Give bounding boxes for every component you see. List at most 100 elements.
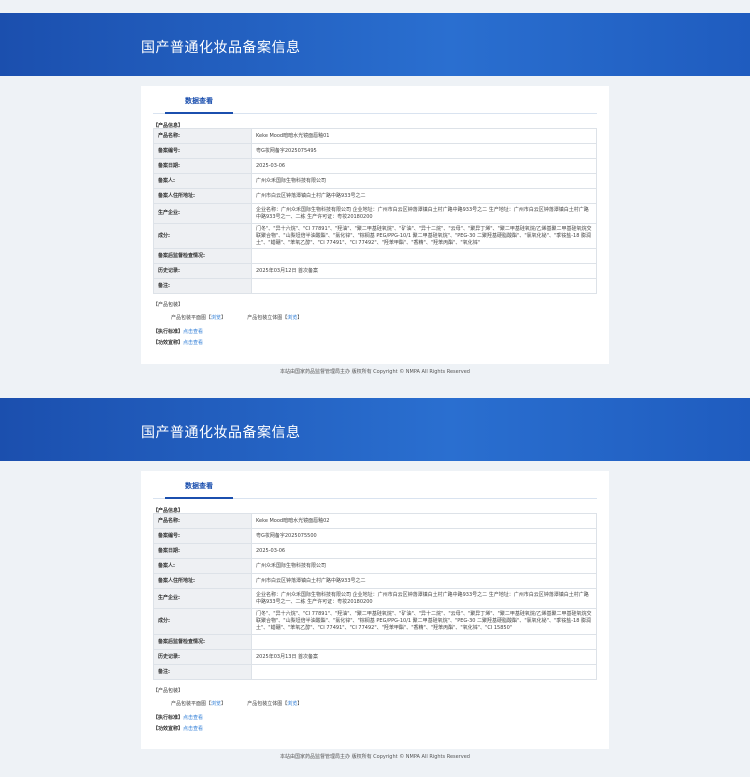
table-row: 备案编号: 粤G妆网备字2025075495 [153, 143, 597, 159]
tab-bar: 数据查看 [153, 86, 597, 114]
row-key: 产品名称: [153, 128, 252, 144]
record-card: 数据查看 【产品信息】 产品名称: Keke Mood暗暗水光镜面唇釉02 备案编… [141, 471, 609, 749]
row-key: 生产企业: [153, 588, 252, 609]
tab-data-view[interactable]: 数据查看 [165, 96, 233, 106]
row-value: 广州众禾国际生物科技有限公司 [251, 173, 597, 189]
row-value [251, 634, 597, 650]
table-row: 成分: 门冬"、"异十六烷"、"CI 77891"、"羟油"、"聚二甲基硅氧烷"、… [153, 608, 597, 635]
row-key: 备案人住所地址: [153, 188, 252, 204]
efficacy-line: 【功效宣称】点击查看 [153, 339, 597, 346]
row-value: 门冬"、"异十六烷"、"CI 77891"、"羟油"、"聚二甲基硅氧烷"、"矿油… [251, 222, 597, 250]
table-row: 备案编号: 粤G妆网备字2025075500 [153, 528, 597, 544]
record-card: 数据查看 【产品信息】 产品名称: Keke Mood暗暗水光镜面唇釉01 备案编… [141, 86, 609, 364]
package-flat-label: 产品包装平面图 [171, 315, 207, 322]
package-flat-browse-link[interactable]: 浏览 [211, 701, 221, 707]
bracket: 】 [221, 701, 227, 707]
row-value [251, 248, 597, 265]
row-value: 2025年03月12日 首次备案 [251, 263, 597, 280]
package-3d-browse-link[interactable]: 浏览 [287, 701, 297, 707]
record-section-2: 国产普通化妆品备案信息 数据查看 【产品信息】 产品名称: Keke Mood暗暗… [0, 398, 750, 777]
package-3d-browse-link[interactable]: 浏览 [287, 315, 297, 321]
table-row: 历史记录: 2025年03月13日 首次备案 [153, 649, 597, 665]
package-row: 产品包装平面图【浏览】 产品包装立体图【浏览】 [171, 314, 609, 321]
row-key: 备案后监督检查情况: [153, 634, 252, 650]
row-value: Keke Mood暗暗水光镜面唇釉02 [251, 513, 597, 529]
row-value: 广州市白云区钟落潭镇白土村广路中路933号之二 [251, 188, 597, 204]
efficacy-view-link[interactable]: 点击查看 [183, 726, 203, 732]
tab-active-indicator [165, 112, 233, 114]
product-info-label: 【产品信息】 [153, 123, 184, 129]
table-row: 成分: 门冬"、"异十六烷"、"CI 77891"、"羟油"、"聚二甲基硅氧烷"、… [153, 222, 597, 250]
row-key: 备注: [153, 278, 252, 295]
row-key: 历史记录: [153, 649, 252, 665]
product-info-label: 【产品信息】 [153, 508, 184, 514]
bracket: 】 [297, 701, 303, 707]
package-flat-browse-link[interactable]: 浏览 [211, 315, 221, 321]
row-key: 产品名称: [153, 513, 252, 529]
table-row: 备注: [153, 664, 597, 680]
row-key: 成分: [153, 222, 252, 250]
row-value [251, 664, 597, 680]
table-row: 历史记录: 2025年03月12日 首次备案 [153, 263, 597, 280]
tab-active-indicator [165, 497, 233, 499]
standard-line: 【执行标准】点击查看 [153, 714, 597, 721]
page-title: 国产普通化妆品备案信息 [141, 425, 301, 441]
row-key: 备案编号: [153, 143, 252, 159]
footer-copyright: 本站由国家药品监督管理局主办 版权所有 Copyright © NMPA All… [280, 369, 470, 375]
row-value: Keke Mood暗暗水光镜面唇釉01 [251, 128, 597, 144]
efficacy-line: 【功效宣称】点击查看 [153, 725, 597, 732]
efficacy-label: 【功效宣称】 [153, 726, 184, 732]
table-row: 生产企业: 企业名称：广州众禾国际生物科技有限公司 企业地址：广州市白云区钟落潭镇… [153, 203, 597, 224]
package-row: 产品包装平面图【浏览】 产品包装立体图【浏览】 [171, 700, 609, 707]
table-row: 备案人: 广州众禾国际生物科技有限公司 [153, 558, 597, 574]
table-row: 备案后监督检查情况: [153, 634, 597, 650]
row-value: 2025-03-06 [251, 543, 597, 559]
table-row: 备案日期: 2025-03-06 [153, 543, 597, 559]
row-value [251, 278, 597, 295]
row-value: 粤G妆网备字2025075500 [251, 528, 597, 544]
table-row: 产品名称: Keke Mood暗暗水光镜面唇釉02 [153, 513, 597, 529]
efficacy-label: 【功效宣称】 [153, 340, 184, 347]
page: 国产普通化妆品备案信息 数据查看 【产品信息】 产品名称: Keke Mood暗暗… [0, 0, 750, 777]
row-key: 备注: [153, 664, 252, 680]
row-value: 门冬"、"异十六烷"、"CI 77891"、"羟油"、"聚二甲基硅氧烷"、"矿油… [251, 608, 597, 635]
bracket: 】 [297, 315, 303, 322]
product-package-label: 【产品包装】 [153, 688, 184, 694]
row-key: 备案日期: [153, 158, 252, 174]
row-key: 备案人: [153, 173, 252, 189]
product-info-table: 产品名称: Keke Mood暗暗水光镜面唇釉01 备案编号: 粤G妆网备字2025… [153, 128, 597, 295]
row-key: 备案人: [153, 558, 252, 574]
table-row: 产品名称: Keke Mood暗暗水光镜面唇釉01 [153, 128, 597, 144]
tab-data-view[interactable]: 数据查看 [165, 481, 233, 491]
standard-line: 【执行标准】点击查看 [153, 328, 597, 335]
row-key: 生产企业: [153, 203, 252, 224]
row-value: 企业名称：广州众禾国际生物科技有限公司 企业地址：广州市白云区钟落潭镇白土村广路… [251, 203, 597, 224]
row-key: 成分: [153, 608, 252, 635]
standard-view-link[interactable]: 点击查看 [183, 715, 203, 721]
header-banner: 国产普通化妆品备案信息 [0, 13, 750, 76]
product-info-table: 产品名称: Keke Mood暗暗水光镜面唇釉02 备案编号: 粤G妆网备字2025… [153, 513, 597, 680]
header-banner: 国产普通化妆品备案信息 [0, 398, 750, 461]
table-row: 备注: [153, 278, 597, 295]
table-row: 备案人住所地址: 广州市白云区钟落潭镇白土村广路中路933号之二 [153, 573, 597, 589]
table-row: 生产企业: 企业名称：广州众禾国际生物科技有限公司 企业地址：广州市白云区钟落潭镇… [153, 588, 597, 609]
row-key: 备案编号: [153, 528, 252, 544]
row-key: 历史记录: [153, 263, 252, 280]
record-section-1: 国产普通化妆品备案信息 数据查看 【产品信息】 产品名称: Keke Mood暗暗… [0, 13, 750, 385]
bracket: 】 [221, 315, 227, 322]
standard-view-link[interactable]: 点击查看 [183, 329, 203, 335]
footer-copyright: 本站由国家药品监督管理局主办 版权所有 Copyright © NMPA All… [280, 754, 470, 760]
package-3d-label: 产品包装立体图 [247, 701, 283, 707]
table-row: 备案后监督检查情况: [153, 248, 597, 265]
product-package-label: 【产品包装】 [153, 302, 184, 309]
row-value: 粤G妆网备字2025075495 [251, 143, 597, 159]
row-value: 广州市白云区钟落潭镇白土村广路中路933号之二 [251, 573, 597, 589]
row-value: 2025年03月13日 首次备案 [251, 649, 597, 665]
package-flat-label: 产品包装平面图 [171, 701, 207, 707]
row-value: 2025-03-06 [251, 158, 597, 174]
package-3d-label: 产品包装立体图 [247, 315, 283, 322]
row-value: 广州众禾国际生物科技有限公司 [251, 558, 597, 574]
table-row: 备案人住所地址: 广州市白云区钟落潭镇白土村广路中路933号之二 [153, 188, 597, 204]
efficacy-view-link[interactable]: 点击查看 [183, 340, 203, 346]
page-title: 国产普通化妆品备案信息 [141, 40, 301, 56]
